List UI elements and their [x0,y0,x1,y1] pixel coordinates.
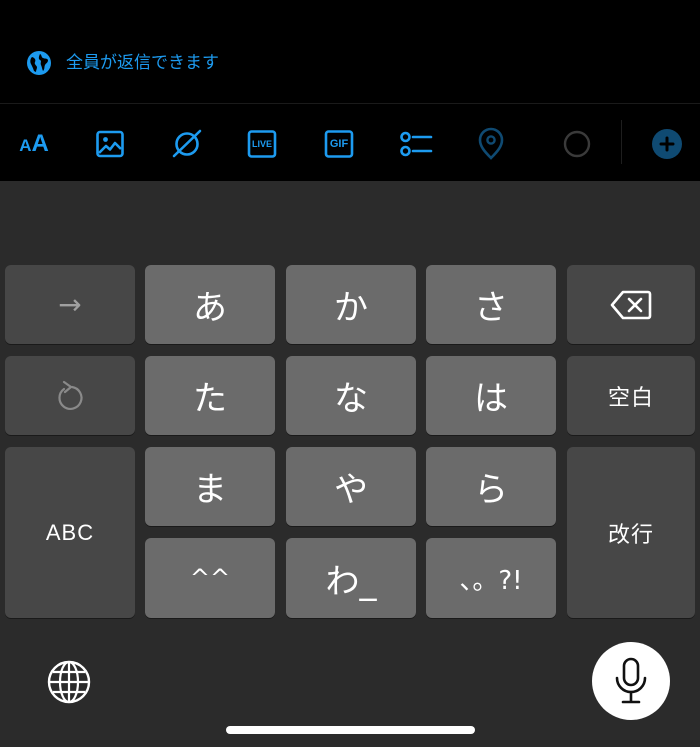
key-ka-label: か [334,288,368,328]
text-size-button[interactable]: AA [14,124,54,164]
space-key[interactable]: 空白 [567,356,695,435]
orbit-icon [172,129,202,158]
dictation-button[interactable] [592,642,670,720]
plus-circle-icon [652,129,682,159]
key-ra[interactable]: ら [426,447,556,526]
composer-toolbar: AA LIVE GIF [0,104,700,181]
cursor-right-key-label: → [58,288,82,321]
poll-list-icon [400,131,433,157]
key-sa[interactable]: さ [426,265,556,344]
aa-text-icon: AA [19,130,49,157]
key-a-label: あ [193,288,227,328]
key-ra-label: ら [474,470,508,510]
key-ma-label: ま [193,470,227,510]
undo-icon [58,380,83,410]
gif-icon-label: GIF [329,138,349,150]
reply-setting-label[interactable]: 全員が返信できます [66,50,219,76]
key-ma[interactable]: ま [145,447,275,526]
key-ta[interactable]: た [145,356,275,435]
backspace-icon [610,290,652,319]
key-ha[interactable]: は [426,356,556,435]
key-na[interactable]: な [286,356,416,435]
undo-key[interactable] [5,356,135,435]
key-ya-label: や [334,470,368,510]
key-ta-label: た [193,379,227,419]
spaces-button[interactable] [168,124,206,164]
image-button[interactable] [94,124,126,164]
key-ka[interactable]: か [286,265,416,344]
image-icon [96,130,124,158]
live-button[interactable]: LIVE [245,124,279,164]
globe-icon [47,660,91,704]
toolbar-separator [621,120,622,164]
character-count-ring [560,124,594,164]
gif-button[interactable]: GIF [322,124,356,164]
live-icon-label: LIVE [251,139,272,149]
reply-setting-bar[interactable]: 全員が返信できます [0,0,700,103]
emoticon-key-label: ^^ [189,564,231,592]
home-indicator[interactable] [226,726,475,734]
add-post-button[interactable] [649,124,685,164]
key-ha-label: は [474,379,508,419]
microphone-icon [615,657,647,704]
key-wa[interactable]: わ_ [286,538,416,618]
punctuation-key-label: 、。?! [459,565,523,596]
key-ya[interactable]: や [286,447,416,526]
location-button[interactable] [474,124,508,164]
abc-key-label: ABC [45,519,95,545]
emoticon-key[interactable]: ^^ [145,538,275,618]
return-key[interactable]: 改行 [567,447,695,618]
backspace-key[interactable] [567,265,695,344]
poll-button[interactable] [398,124,434,164]
key-na-label: な [334,379,368,419]
space-key-label: 空白 [607,384,654,410]
punctuation-key[interactable]: 、。?! [426,538,556,618]
progress-ring-icon [563,130,591,158]
return-key-label: 改行 [607,521,654,547]
globe-icon [27,51,51,75]
keyboard-switch-button[interactable] [46,659,92,705]
key-sa-label: さ [474,288,508,328]
location-pin-icon [478,127,504,160]
key-wa-label: わ_ [325,561,377,602]
cursor-right-key[interactable]: → [5,265,135,344]
abc-key[interactable]: ABC [5,447,135,618]
key-a[interactable]: あ [145,265,275,344]
